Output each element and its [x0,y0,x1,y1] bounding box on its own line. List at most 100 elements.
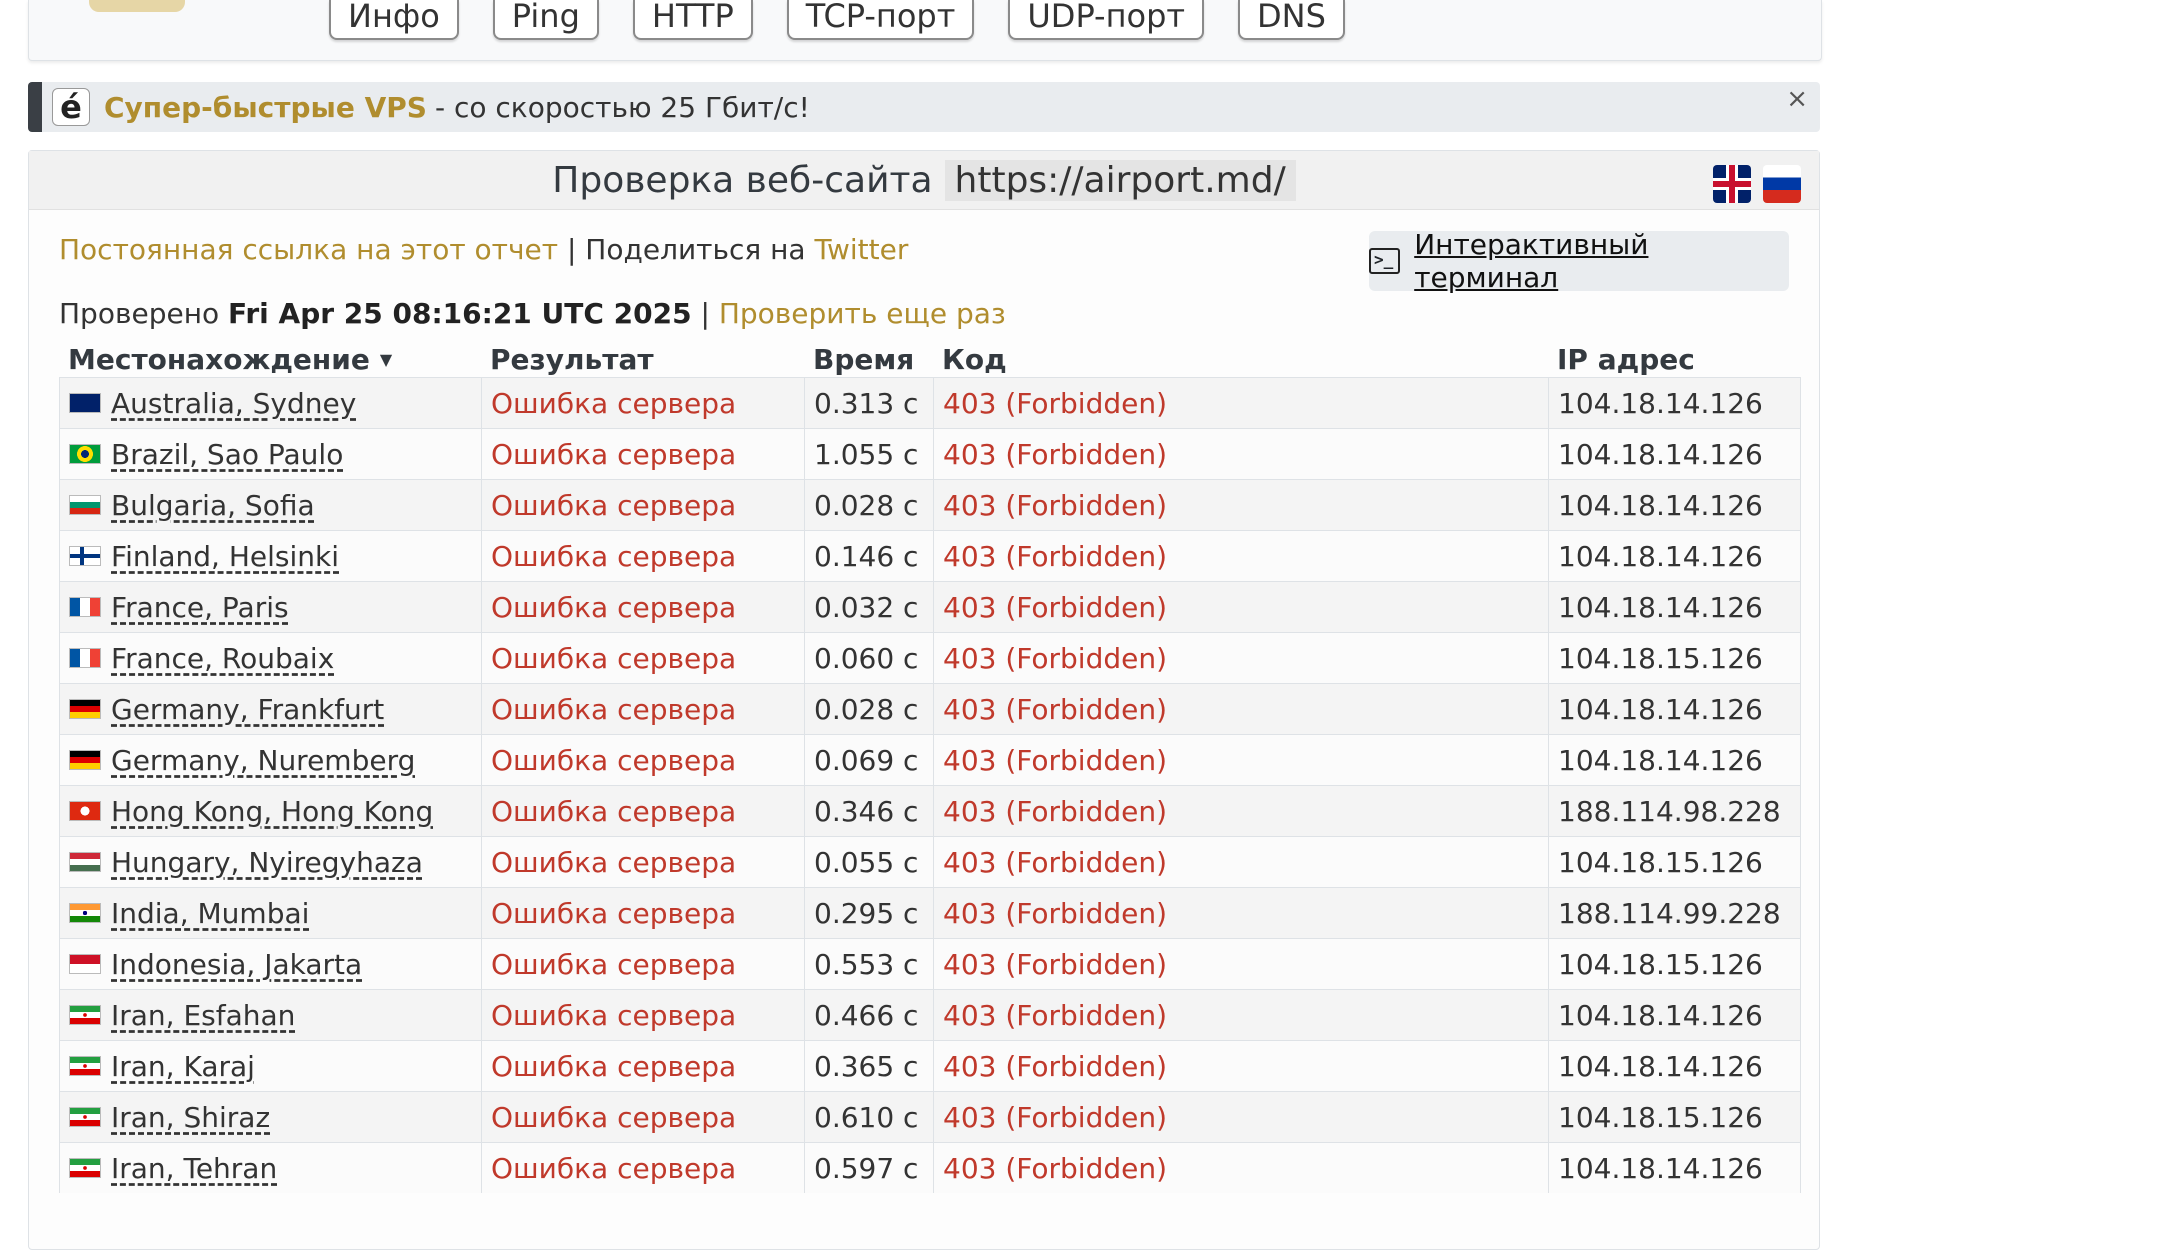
recheck-link[interactable]: Проверить еще раз [719,297,1006,330]
ip-cell: 104.18.15.126 [1548,1092,1801,1142]
location-link[interactable]: Finland, Helsinki [111,540,339,573]
location-link[interactable]: Iran, Karaj [111,1050,255,1083]
country-flag-icon [69,1005,101,1025]
location-link[interactable]: Iran, Esfahan [111,999,295,1032]
tab-3[interactable]: TCP-порт [786,0,975,40]
location-cell: Germany, Nuremberg [59,735,481,785]
location-link[interactable]: Bulgaria, Sofia [111,489,315,522]
country-flag-icon [69,393,101,413]
result-cell: Ошибка сервера [481,735,804,785]
column-header-ip: IP адрес [1557,342,1695,376]
uk-flag-icon[interactable] [1713,165,1751,203]
code-cell: 403 (Forbidden) [933,888,1548,938]
code-cell: 403 (Forbidden) [933,1041,1548,1091]
table-row: Iran, Shiraz Ошибка сервера 0.610 с 403 (Fo… [59,1091,1801,1142]
code-cell: 403 (Forbidden) [933,1143,1548,1193]
checked-info: Проверено Fri Apr 25 08:16:21 UTC 2025 |… [59,297,1006,330]
location-link[interactable]: France, Roubaix [111,642,334,675]
time-cell: 1.055 с [804,429,933,479]
sort-down-icon: ▼ [379,349,393,369]
result-cell: Ошибка сервера [481,1041,804,1091]
table-row: Germany, Nuremberg Ошибка сервера 0.069 с4… [59,734,1801,785]
interactive-terminal-button[interactable]: >_ Интерактивный терминал [1369,228,1789,294]
promo-banner: é Супер-быстрые VPS - со скоростью 25 Гб… [28,82,1820,132]
country-flag-icon [69,648,101,668]
twitter-link[interactable]: Twitter [814,233,908,266]
location-cell: France, Roubaix [59,633,481,683]
location-link[interactable]: Germany, Nuremberg [111,744,415,777]
code-cell: 403 (Forbidden) [933,480,1548,530]
country-flag-icon [69,597,101,617]
column-header-location[interactable]: Местонахождение ▼ [59,343,481,376]
location-cell: Iran, Shiraz [59,1092,481,1142]
tab-5[interactable]: DNS [1238,0,1345,40]
checked-datetime: Fri Apr 25 08:16:21 UTC 2025 [228,297,692,330]
location-cell: Germany, Frankfurt [59,684,481,734]
time-cell: 0.028 с [804,684,933,734]
promo-logo-icon: é [52,88,90,126]
country-flag-icon [69,954,101,974]
terminal-button-label: Интерактивный терминал [1414,228,1649,294]
results-panel: Проверка веб-сайта https://airport.md/ П… [28,150,1820,1250]
tab-2[interactable]: HTTP [632,0,753,40]
ip-cell: 104.18.14.126 [1548,735,1801,785]
table-row: Germany, Frankfurt Ошибка сервера 0.028 с4… [59,683,1801,734]
table-row: India, Mumbai Ошибка сервера 0.295 с 403 (F… [59,887,1801,938]
table-row: Finland, Helsinki Ошибка сервера 0.146 с 40… [59,530,1801,581]
permalink-link[interactable]: Постоянная ссылка на этот отчет [59,233,558,266]
table-row: Indonesia, Jakarta Ошибка сервера 0.553 с4… [59,938,1801,989]
result-cell: Ошибка сервера [481,531,804,581]
location-link[interactable]: India, Mumbai [111,897,309,930]
result-cell: Ошибка сервера [481,990,804,1040]
promo-title-link[interactable]: Супер-быстрые VPS [104,91,427,124]
time-cell: 0.028 с [804,480,933,530]
code-cell: 403 (Forbidden) [933,429,1548,479]
ip-cell: 188.114.98.228 [1548,786,1801,836]
panel-header: Проверка веб-сайта https://airport.md/ [29,151,1819,210]
tab-0[interactable]: Инфо [329,0,459,40]
result-cell: Ошибка сервера [481,837,804,887]
ip-cell: 104.18.15.126 [1548,939,1801,989]
location-link[interactable]: Australia, Sydney [111,387,356,420]
location-cell: Finland, Helsinki [59,531,481,581]
column-header-code: Код [942,342,1007,376]
time-cell: 0.069 с [804,735,933,785]
table-row: France, Roubaix Ошибка сервера 0.060 с 403 … [59,632,1801,683]
location-link[interactable]: Iran, Shiraz [111,1101,270,1134]
code-cell: 403 (Forbidden) [933,1092,1548,1142]
tab-4[interactable]: UDP-порт [1008,0,1205,40]
location-cell: Bulgaria, Sofia [59,480,481,530]
location-cell: Hong Kong, Hong Kong [59,786,481,836]
location-link[interactable]: Brazil, Sao Paulo [111,438,343,471]
location-link[interactable]: Hungary, Nyiregyhaza [111,846,423,879]
time-cell: 0.553 с [804,939,933,989]
result-cell: Ошибка сервера [481,939,804,989]
code-cell: 403 (Forbidden) [933,633,1548,683]
ru-flag-icon[interactable] [1763,165,1801,203]
top-nav-bar: Инфо Ping HTTP TCP-порт UDP-порт DNS [28,0,1822,61]
ip-cell: 104.18.14.126 [1548,1143,1801,1193]
location-link[interactable]: Indonesia, Jakarta [111,948,362,981]
site-logo[interactable] [89,0,185,12]
language-switcher [1713,165,1801,203]
share-links: Постоянная ссылка на этот отчет | Подели… [59,233,908,266]
code-cell: 403 (Forbidden) [933,990,1548,1040]
code-cell: 403 (Forbidden) [933,531,1548,581]
table-row: Bulgaria, Sofia Ошибка сервера 0.028 с 403 … [59,479,1801,530]
location-link[interactable]: Iran, Tehran [111,1152,277,1185]
checked-url: https://airport.md/ [944,159,1296,201]
country-flag-icon [69,1158,101,1178]
location-link[interactable]: Germany, Frankfurt [111,693,384,726]
location-cell: France, Paris [59,582,481,632]
table-row: Brazil, Sao Paulo Ошибка сервера 1.055 с 40… [59,428,1801,479]
time-cell: 0.365 с [804,1041,933,1091]
country-flag-icon [69,1107,101,1127]
location-link[interactable]: Hong Kong, Hong Kong [111,795,433,828]
location-link[interactable]: France, Paris [111,591,289,624]
close-icon[interactable]: × [1786,84,1808,114]
tab-1[interactable]: Ping [492,0,599,40]
time-cell: 0.610 с [804,1092,933,1142]
country-flag-icon [69,903,101,923]
code-cell: 403 (Forbidden) [933,582,1548,632]
code-cell: 403 (Forbidden) [933,939,1548,989]
